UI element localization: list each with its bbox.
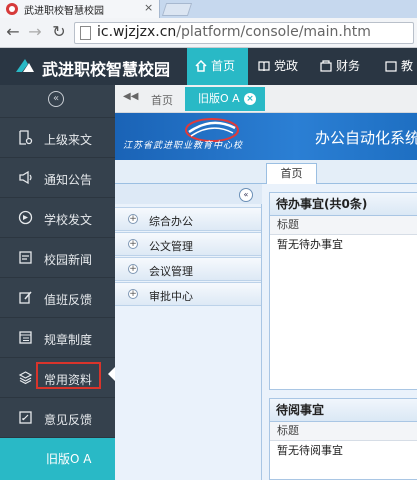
todo-empty-row: 暂无待办事宜 [277, 238, 343, 251]
oa-menu-item-label: 公文管理 [149, 240, 193, 253]
tab-home[interactable]: 首页 [151, 92, 173, 108]
toread-panel-title: 待阅事宜 [270, 399, 417, 422]
site-favicon-icon [6, 3, 18, 15]
sidebar-item-old-oa[interactable]: 旧版O A [0, 437, 115, 480]
finance-icon [320, 60, 332, 72]
active-indicator [108, 367, 115, 381]
oa-menu-item-label: 审批中心 [149, 290, 193, 303]
brand-logo-icon [16, 59, 34, 72]
oa-system-title: 办公自动化系统 [315, 129, 417, 147]
topnav-finance-label: 财务 [336, 59, 361, 73]
home-icon [195, 60, 207, 72]
back-arrow-icon[interactable]: ← [4, 23, 22, 41]
toread-column-header: 标题 [270, 422, 417, 441]
url-text: ic.wjzjzx.cn/platform/console/main.htm [97, 24, 371, 40]
sidebar-item-label: 校园新闻 [44, 253, 93, 267]
url-host: ic.wjzjzx.cn [97, 24, 177, 40]
todo-panel: 待办事宜(共0条) 标题 暂无待办事宜 [269, 192, 417, 390]
oa-school-name: 江苏省武进职业教育中心校 [123, 141, 244, 151]
sidebar-item-label: 上级来文 [44, 133, 93, 147]
book-icon [258, 61, 270, 72]
sidebar-item-superior-docs[interactable]: 上级来文 [0, 117, 115, 157]
oa-menu-item-document-mgmt[interactable]: + 公文管理 [115, 232, 261, 256]
topnav-home-label: 首页 [211, 59, 236, 73]
news-icon [19, 251, 32, 264]
address-bar[interactable]: ic.wjzjzx.cn/platform/console/main.htm [74, 22, 414, 44]
feedback-icon [19, 411, 32, 424]
topnav-edu[interactable]: 教 [385, 48, 413, 85]
sidebar-item-campus-news[interactable]: 校园新闻 [0, 237, 115, 277]
todo-column-header: 标题 [270, 216, 417, 235]
send-icon [18, 210, 33, 225]
sidebar-item-label: 通知公告 [44, 173, 93, 187]
browser-tab[interactable]: 武进职校智慧校园 × [0, 0, 160, 18]
topnav-party[interactable]: 党政 [258, 48, 298, 85]
new-tab-button[interactable] [161, 3, 193, 16]
toread-panel: 待阅事宜 标题 暂无待阅事宜 [269, 398, 417, 480]
expand-icon: + [128, 289, 138, 299]
page-icon [80, 26, 91, 40]
oa-side-menu: « + 综合办公 + 公文管理 + 会议管理 + 审批中心 [115, 184, 262, 480]
sidebar-item-label: 值班反馈 [44, 293, 93, 307]
topnav-home[interactable]: 首页 [187, 48, 248, 85]
url-path: /platform/console/main.htm [176, 24, 371, 40]
oa-banner: 江苏省武进职业教育中心校 办公自动化系统 [115, 113, 417, 160]
browser-tabstrip: 武进职校智慧校园 × [0, 0, 417, 18]
toread-empty-row: 暂无待阅事宜 [277, 444, 343, 457]
expand-icon: + [128, 214, 138, 224]
edit-icon [19, 291, 32, 304]
brand-title: 武进职校智慧校园 [42, 60, 171, 79]
edu-icon [385, 61, 397, 72]
tab-old-oa-label: 旧版O A [198, 92, 240, 105]
megaphone-icon [19, 170, 32, 185]
oa-menu-item-general-office[interactable]: + 综合办公 [115, 207, 261, 231]
layers-icon [18, 371, 33, 385]
browser-tab-close-icon[interactable]: × [144, 1, 153, 14]
forward-arrow-icon[interactable]: → [26, 23, 44, 41]
browser-toolbar: ← → ↻ ic.wjzjzx.cn/platform/console/main… [0, 18, 417, 48]
sidebar-collapse-icon[interactable]: « [48, 91, 64, 107]
app-header: 武进职校智慧校园 首页 党政 财务 教 [0, 48, 417, 85]
oa-menu-item-label: 会议管理 [149, 265, 193, 278]
highlight-frame [36, 362, 101, 389]
oa-menu-item-meeting-mgmt[interactable]: + 会议管理 [115, 257, 261, 281]
sidebar-item-feedback[interactable]: 意见反馈 [0, 397, 115, 437]
expand-icon: + [128, 239, 138, 249]
tabs-scroll-left-icon[interactable]: ◀◀ [123, 91, 138, 102]
sidebar-item-label: 规章制度 [44, 333, 93, 347]
oa-menu-item-approval-center[interactable]: + 审批中心 [115, 282, 261, 306]
sidebar-item-school-docs[interactable]: 学校发文 [0, 197, 115, 237]
topnav-edu-label: 教 [401, 59, 414, 73]
reload-icon[interactable]: ↻ [50, 23, 68, 41]
expand-icon: + [128, 264, 138, 274]
oa-menu-item-label: 综合办公 [149, 215, 193, 228]
todo-panel-title: 待办事宜(共0条) [270, 193, 417, 216]
rules-icon [19, 331, 32, 344]
sidebar: « 上级来文 通知公告 学校发文 校园新闻 值班反馈 规章制度 常用资料 意见反… [0, 85, 115, 480]
page-tabbar: ◀◀ 首页 旧版O A × [115, 85, 417, 113]
oa-menu-header: « [115, 184, 262, 204]
sidebar-item-duty-feedback[interactable]: 值班反馈 [0, 277, 115, 317]
tab-old-oa[interactable]: 旧版O A × [185, 87, 265, 111]
topnav-finance[interactable]: 财务 [320, 48, 360, 85]
tab-close-icon[interactable]: × [244, 93, 256, 105]
oa-tab-home[interactable]: 首页 [266, 163, 317, 184]
sidebar-item-regulations[interactable]: 规章制度 [0, 317, 115, 357]
document-stamp-icon [19, 130, 33, 145]
oa-menu-collapse-icon[interactable]: « [239, 188, 253, 202]
oa-tabstrip: 首页 [115, 160, 417, 184]
sidebar-item-label: 学校发文 [44, 213, 93, 227]
browser-tab-title: 武进职校智慧校园 [24, 6, 104, 17]
sidebar-item-notices[interactable]: 通知公告 [0, 157, 115, 197]
topnav-party-label: 党政 [274, 59, 299, 73]
sidebar-item-label: 意见反馈 [44, 413, 93, 427]
sidebar-item-label: 旧版O A [46, 452, 92, 466]
